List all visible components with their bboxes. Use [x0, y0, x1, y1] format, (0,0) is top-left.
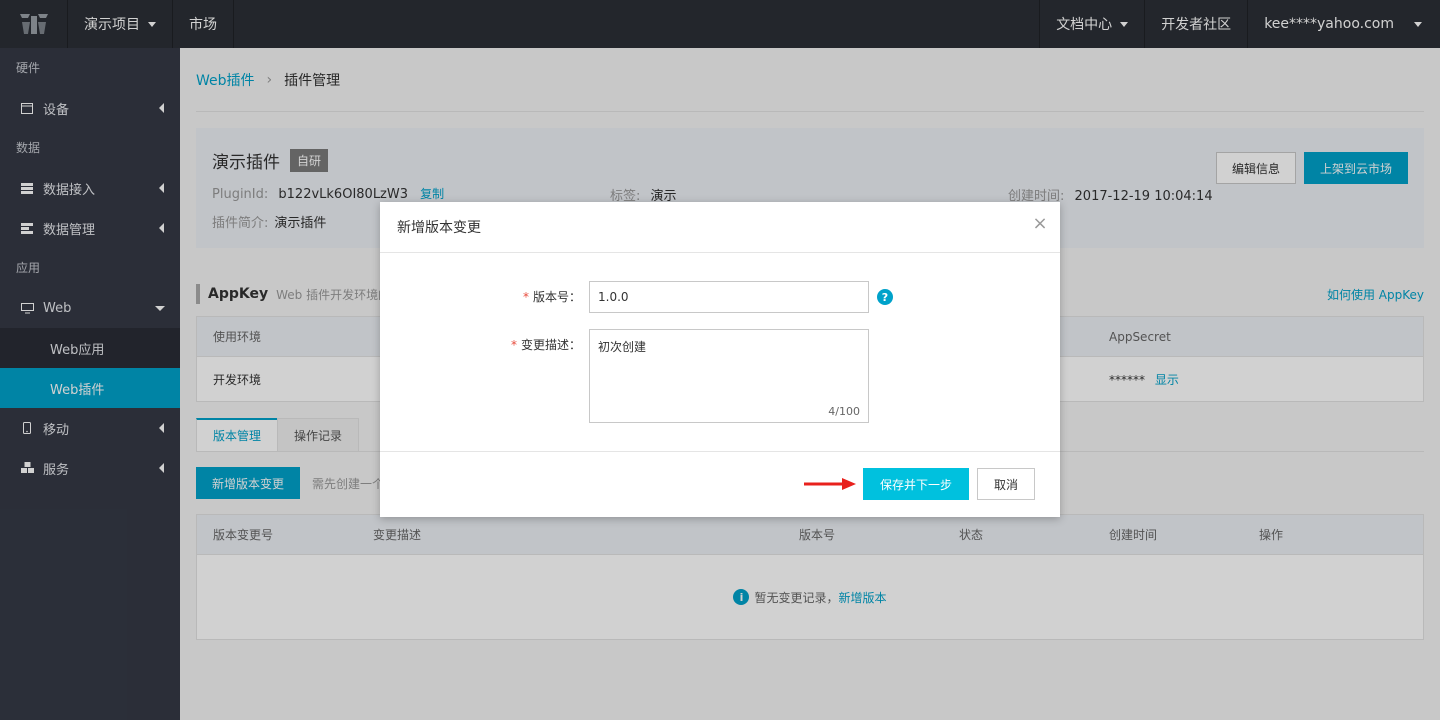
version-label: * 版本号： [380, 281, 589, 313]
cancel-button[interactable]: 取消 [977, 468, 1035, 500]
version-row: * 版本号： 1.0.0 ? [380, 281, 1060, 313]
dialog-body: * 版本号： 1.0.0 ? * 变更描述： 初次创建 4/100 [380, 253, 1060, 452]
desc-row: * 变更描述： 初次创建 4/100 [380, 329, 1060, 423]
save-next-button[interactable]: 保存并下一步 [863, 468, 969, 500]
desc-textarea[interactable]: 初次创建 4/100 [589, 329, 869, 423]
close-icon[interactable]: × [1032, 215, 1048, 233]
required-asterisk: * [522, 290, 529, 304]
dialog-title: 新增版本变更 [397, 220, 481, 236]
arrow-right-icon [804, 478, 856, 490]
dialog-footer: 保存并下一步 取消 [380, 452, 1060, 516]
desc-label: * 变更描述： [380, 329, 589, 361]
help-icon[interactable]: ? [877, 289, 893, 305]
desc-value: 初次创建 [598, 340, 647, 354]
dialog-header: 新增版本变更 × [380, 202, 1060, 253]
required-asterisk: * [510, 338, 517, 352]
desc-label-text: 变更描述： [520, 338, 581, 352]
version-input[interactable]: 1.0.0 [589, 281, 869, 313]
char-counter: 4/100 [828, 405, 860, 418]
version-label-text: 版本号： [532, 290, 581, 304]
new-version-dialog: 新增版本变更 × * 版本号： 1.0.0 ? * 变更描述： 初次创建 4/100… [380, 202, 1060, 517]
